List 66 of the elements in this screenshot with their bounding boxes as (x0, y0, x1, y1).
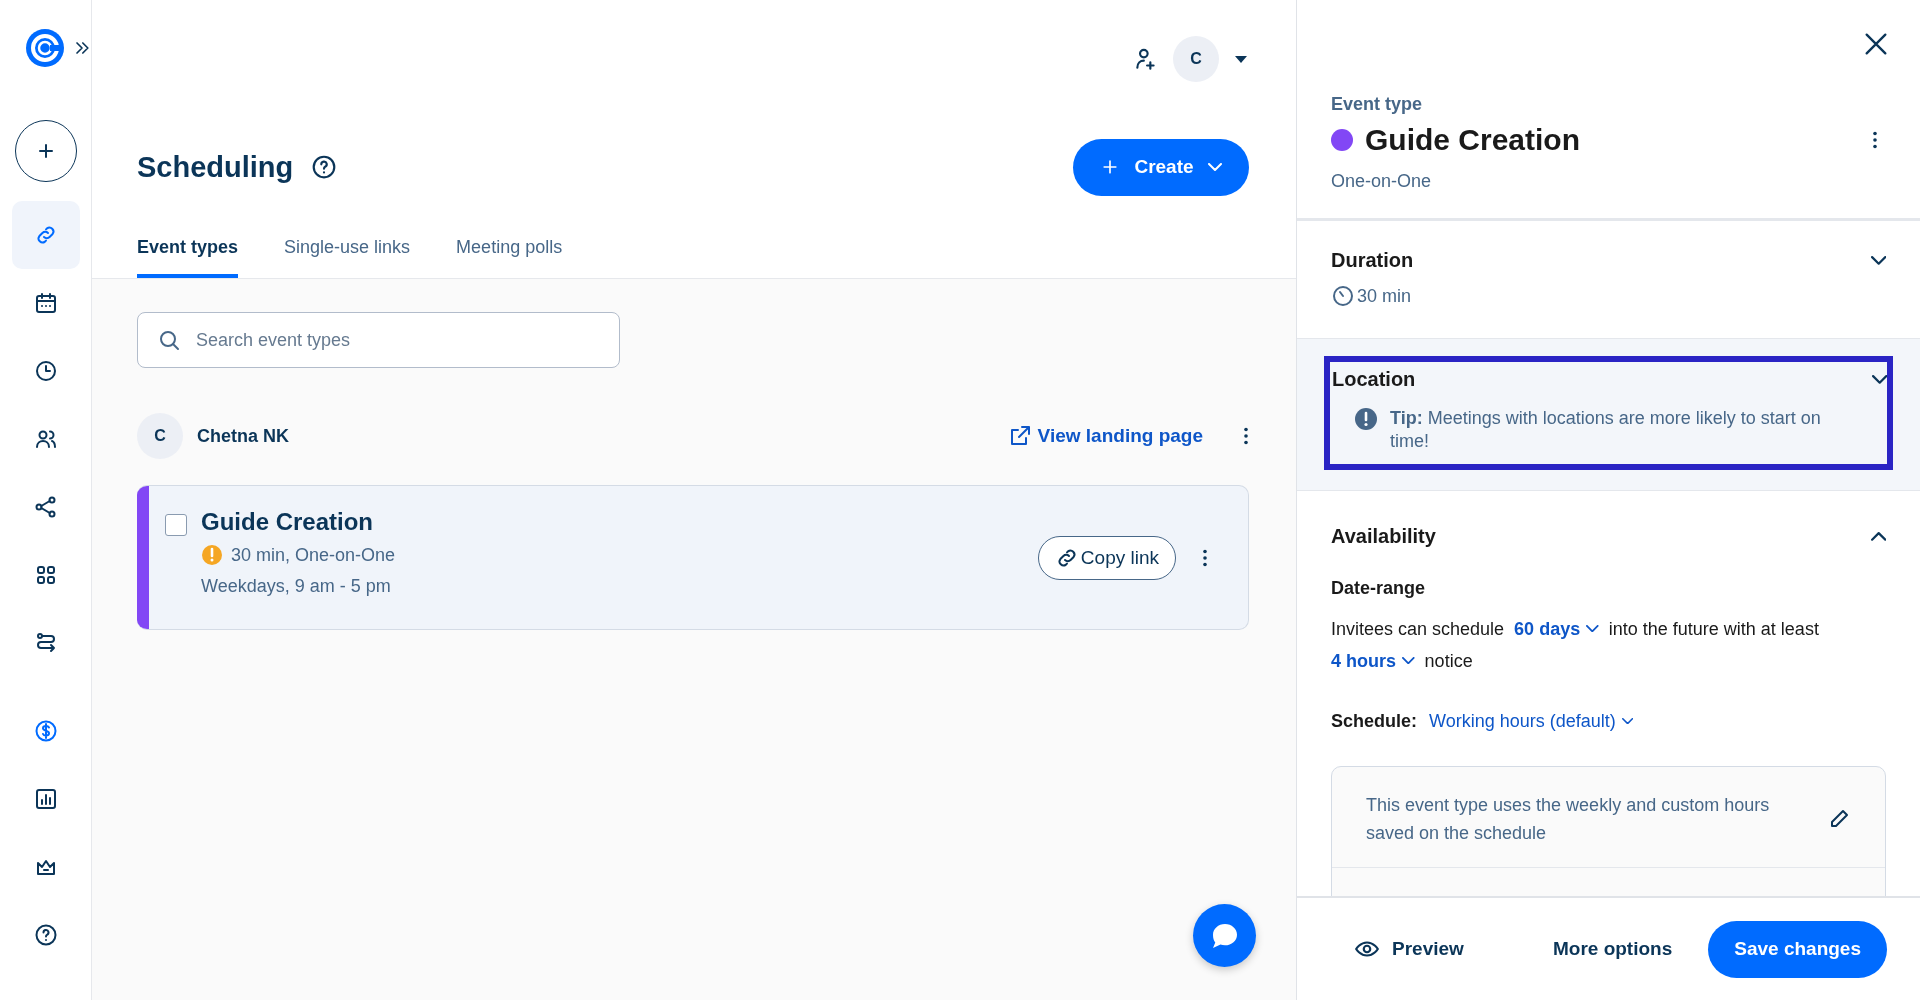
more-button[interactable] (1243, 425, 1249, 447)
save-changes-button[interactable]: Save changes (1708, 920, 1887, 978)
copy-link-button[interactable]: Copy link (1037, 536, 1176, 580)
section-title[interactable]: Duration (1331, 249, 1414, 272)
kebab-icon (1243, 425, 1249, 447)
event-details: 30 min, One-on-One (231, 544, 396, 566)
bar-chart-icon (33, 787, 58, 811)
page-title: Scheduling (137, 150, 294, 184)
help-icon (311, 154, 338, 180)
section-title[interactable]: Location (1332, 368, 1416, 391)
schedule-dropdown[interactable]: Working hours (default) (1429, 710, 1633, 732)
chat-button[interactable] (1193, 904, 1256, 967)
clock-icon (1331, 284, 1355, 308)
preview-button[interactable]: Preview (1354, 936, 1464, 962)
info-icon (1354, 407, 1378, 431)
kebab-icon (1202, 547, 1208, 569)
chevron-icon (1621, 718, 1633, 725)
chevron-icon (1402, 657, 1415, 665)
owner-avatar: C (137, 413, 183, 459)
more-button[interactable] (1202, 547, 1208, 569)
help-icon (33, 923, 58, 947)
date-range-heading: Date-range (1331, 577, 1427, 599)
schedule-note: This event type uses the weekly and custom hours saved on the schedule (1366, 793, 1771, 845)
chevron-icon (1871, 375, 1887, 384)
checkbox[interactable] (165, 514, 187, 536)
nodes-icon (33, 495, 58, 519)
more-options-button[interactable]: More options (1552, 938, 1673, 960)
create-button[interactable]: Create (1073, 138, 1249, 196)
owner-name: Chetna NK (197, 425, 290, 447)
kebab-icon (1872, 129, 1878, 151)
event-title[interactable]: Guide Creation (201, 508, 1024, 536)
calendar-icon (33, 291, 58, 315)
duration-value: 30 min (1357, 285, 1412, 307)
sentence-text: notice (1424, 649, 1473, 673)
range-dropdown[interactable]: 60 days (1514, 612, 1599, 645)
panel-title: Guide Creation (1365, 123, 1582, 157)
chevron-icon (1586, 625, 1599, 633)
help-button[interactable] (311, 154, 338, 180)
toggle-button[interactable] (1871, 375, 1887, 384)
schedule-label: Schedule: (1331, 710, 1418, 732)
search-icon (157, 328, 181, 352)
tip-text: Tip: Meetings with locations are more likely to start on time! (1390, 407, 1822, 454)
section-title[interactable]: Availability (1331, 524, 1436, 548)
range-dropdown[interactable]: 4 hours (1331, 644, 1415, 677)
toggle-button[interactable] (1870, 256, 1886, 265)
tab[interactable]: Meeting polls (456, 225, 563, 278)
search-field[interactable]: Search event types (137, 312, 620, 368)
more-button[interactable] (1872, 129, 1878, 151)
view-landing-page-link[interactable]: View landing page (1007, 424, 1203, 448)
event-card[interactable]: Guide Creation 30 min, One-on-One Weekdays, 9 am - 5 pm Copy link (137, 485, 1249, 630)
panel-subtitle: One-on-One (1331, 171, 1433, 192)
chevron-icon (1870, 256, 1886, 265)
toggle-button[interactable] (1870, 531, 1886, 541)
chevron-icon (1207, 163, 1222, 171)
event-hours: Weekdays, 9 am - 5 pm (201, 576, 392, 597)
chevron-icon (1870, 531, 1886, 541)
user-avatar[interactable]: C (1173, 36, 1219, 82)
logo-icon[interactable] (23, 27, 66, 69)
sentence-text: Invitees can schedule (1331, 617, 1505, 641)
clock-icon (33, 359, 58, 383)
sentence-text: into the future with at least (1608, 617, 1819, 641)
tab[interactable]: Single-use links (284, 225, 411, 278)
dollar-icon (33, 719, 58, 743)
tab[interactable]: Event types (137, 225, 239, 278)
panel-label: Event type (1331, 94, 1424, 115)
caret-icon[interactable] (1233, 54, 1249, 64)
